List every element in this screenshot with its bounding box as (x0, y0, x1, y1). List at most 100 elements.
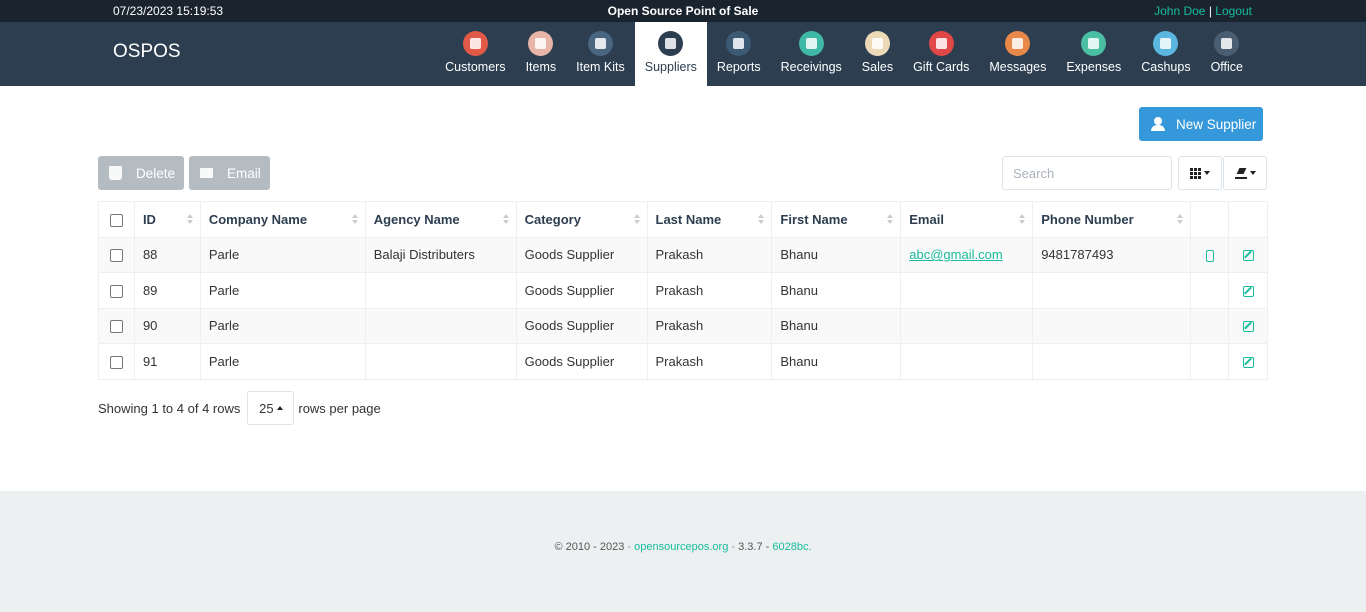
cell-email (900, 307, 1034, 344)
nav-item-reports[interactable]: Reports (707, 22, 771, 86)
cell-company: Parle (199, 272, 366, 309)
delete-button[interactable]: Delete (98, 156, 184, 190)
phone-action-cell (1190, 272, 1229, 309)
nav-item-cashups[interactable]: Cashups (1131, 22, 1200, 86)
search-input[interactable] (1002, 156, 1172, 190)
grid-icon (1190, 167, 1201, 179)
user-icon (1151, 117, 1165, 131)
edit-action-cell (1228, 272, 1268, 309)
nav-label: Cashups (1141, 60, 1191, 74)
cell-first: Bhanu (771, 236, 902, 273)
top-status-bar: 07/23/2023 15:19:53 Open Source Point of… (0, 0, 1366, 22)
cell-agency: Balaji Distributers (364, 236, 517, 273)
nav-item-messages[interactable]: Messages (979, 22, 1056, 86)
nav-label: Receivings (780, 60, 842, 74)
row-checkbox[interactable] (109, 249, 123, 263)
column-header-phone-number[interactable]: Phone Number (1032, 201, 1192, 238)
email-link[interactable]: abc@gmail.com (909, 247, 1002, 262)
sales-icon (864, 31, 890, 56)
nav-label: Customers (445, 60, 506, 74)
cell-id: 89 (133, 272, 201, 309)
sort-icon (887, 214, 894, 224)
column-header-id[interactable]: ID (133, 201, 201, 238)
table-header-row: ID Company Name Agency Name Category Last Na… (98, 201, 1268, 238)
edit-icon[interactable] (1242, 285, 1254, 297)
nav-item-item-kits[interactable]: Item Kits (566, 22, 635, 86)
row-checkbox[interactable] (109, 320, 123, 334)
nav-item-expenses[interactable]: Expenses (1056, 22, 1131, 86)
export-button[interactable] (1223, 156, 1267, 190)
column-header-label: Agency Name (373, 211, 460, 227)
cell-agency (364, 272, 517, 309)
page-size-dropdown[interactable]: 25 (247, 391, 295, 425)
nav-item-items[interactable]: Items (516, 22, 567, 86)
edit-action-cell (1228, 343, 1268, 380)
nav-item-receivings[interactable]: Receivings (771, 22, 852, 86)
cell-email (900, 272, 1034, 309)
nav-label: Item Kits (576, 60, 625, 74)
row-checkbox[interactable] (109, 284, 123, 298)
row-checkbox[interactable] (109, 355, 123, 369)
suppliers-icon-glyph (665, 38, 677, 49)
sort-icon (351, 214, 358, 224)
logout-link[interactable]: Logout (1215, 4, 1252, 18)
footer-commit-link[interactable]: 6028bc. (772, 541, 811, 553)
reports-icon (726, 31, 752, 56)
receivings-icon (798, 31, 824, 56)
column-header-first-name[interactable]: First Name (771, 201, 902, 238)
new-supplier-button[interactable]: New Supplier (1139, 107, 1263, 141)
brand-logo[interactable]: OSPOS (113, 41, 181, 63)
suppliers-table: ID Company Name Agency Name Category Last Na… (98, 201, 1268, 380)
edit-icon[interactable] (1242, 321, 1254, 333)
cell-agency (364, 343, 517, 380)
footer-site-link[interactable]: opensourcepos.org (634, 541, 728, 553)
column-header-label: Last Name (655, 211, 722, 227)
phone-column-header (1190, 201, 1229, 238)
email-button[interactable]: Email (189, 156, 270, 190)
items-icon (528, 31, 554, 56)
nav-item-sales[interactable]: Sales (852, 22, 903, 86)
nav-item-gift-cards[interactable]: Gift Cards (903, 22, 979, 86)
cell-category: Goods Supplier (515, 307, 648, 344)
mobile-phone-icon[interactable] (1205, 249, 1214, 262)
module-nav: Customers Items Item Kits Suppliers Reports R… (435, 22, 1253, 86)
nav-label: Reports (716, 60, 761, 74)
column-header-email[interactable]: Email (900, 201, 1034, 238)
row-select-cell (98, 343, 135, 380)
sort-icon (1177, 214, 1184, 224)
sort-icon (758, 214, 765, 224)
expenses-icon-glyph (1088, 38, 1100, 49)
row-select-cell (98, 307, 135, 344)
cell-first: Bhanu (771, 343, 902, 380)
user-menu: John Doe | Logout (1154, 4, 1252, 18)
sort-icon (186, 214, 193, 224)
gift-cards-icon (928, 31, 954, 56)
edit-action-cell (1228, 307, 1268, 344)
user-name-link[interactable]: John Doe (1154, 4, 1205, 18)
columns-toggle-button[interactable] (1178, 156, 1222, 190)
nav-item-customers[interactable]: Customers (435, 22, 515, 86)
page-footer: © 2010 - 2023 · opensourcepos.org · 3.3.… (0, 491, 1366, 612)
edit-icon[interactable] (1242, 250, 1254, 262)
cashups-icon-glyph (1160, 38, 1172, 49)
cell-email (900, 343, 1034, 380)
email-label: Email (227, 165, 261, 181)
customers-icon-glyph (469, 38, 481, 49)
edit-icon[interactable] (1242, 356, 1254, 368)
column-header-category[interactable]: Category (515, 201, 648, 238)
messages-icon-glyph (1012, 38, 1024, 49)
column-header-last-name[interactable]: Last Name (646, 201, 773, 238)
column-header-agency-name[interactable]: Agency Name (364, 201, 517, 238)
select-all-checkbox[interactable] (109, 213, 123, 227)
nav-item-office[interactable]: Office (1201, 22, 1253, 86)
footer-version: · 3.3.7 - (731, 541, 770, 553)
column-header-company-name[interactable]: Company Name (199, 201, 366, 238)
sort-icon (633, 214, 640, 224)
cell-category: Goods Supplier (515, 272, 648, 309)
office-icon (1214, 31, 1240, 56)
nav-item-suppliers[interactable]: Suppliers (634, 22, 707, 86)
cell-agency (364, 307, 517, 344)
cell-category: Goods Supplier (515, 236, 648, 273)
new-supplier-label: New Supplier (1176, 116, 1257, 132)
cell-last: Prakash (646, 307, 773, 344)
